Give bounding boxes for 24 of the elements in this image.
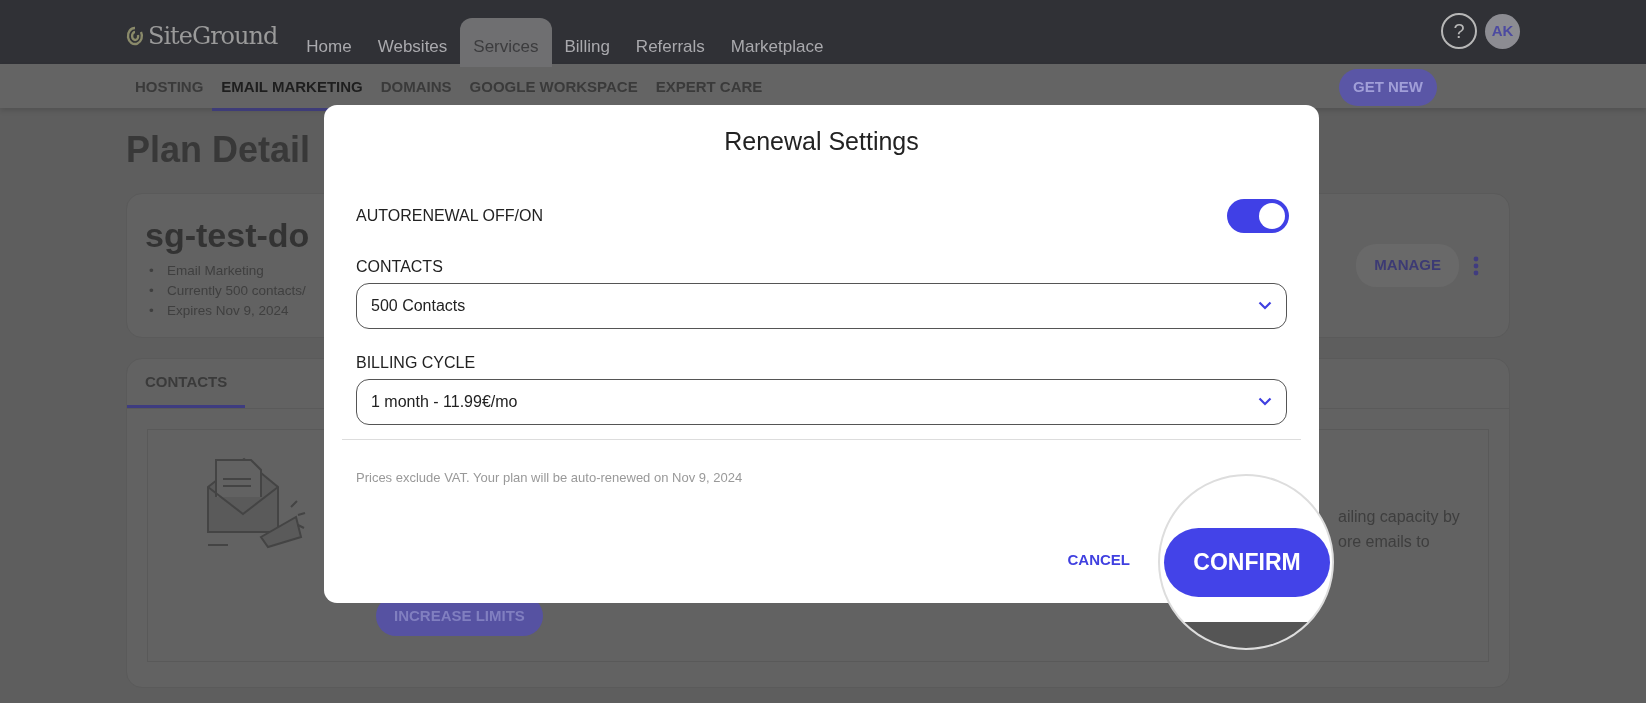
dialog-title: Renewal Settings xyxy=(723,126,920,157)
field-label: BILLING CYCLE xyxy=(356,352,477,373)
autorenewal-toggle[interactable] xyxy=(1227,198,1289,233)
bullet: • xyxy=(149,262,155,281)
logo-text[interactable]: SiteGround xyxy=(148,18,278,54)
cancel-button[interactable]: CANCEL xyxy=(1067,549,1130,572)
logo-swirl-icon xyxy=(126,25,144,47)
bullet: • xyxy=(149,282,155,301)
chevron-down-icon xyxy=(1258,397,1272,406)
get-new-button[interactable]: GET NEW xyxy=(1339,69,1437,106)
select-field[interactable]: 500 Contacts xyxy=(356,282,1287,329)
bullet: • xyxy=(149,302,155,321)
nav-tab[interactable]: Marketplace xyxy=(717,18,837,67)
nav-tab[interactable]: Websites xyxy=(364,18,461,67)
nav-tab[interactable]: Billing xyxy=(551,18,623,67)
chevron-down-icon xyxy=(1258,301,1272,310)
confirm-button[interactable]: CONFIRM xyxy=(1164,528,1330,597)
nav-tab[interactable]: Home xyxy=(293,18,365,67)
autorenewal-label: AUTORENEWAL OFF/ON xyxy=(356,205,543,226)
select-field[interactable]: 1 month - 11.99€/mo xyxy=(356,378,1287,425)
field-label: CONTACTS xyxy=(356,256,444,277)
help-icon[interactable]: ? xyxy=(1441,13,1477,49)
nav-tab[interactable]: Referrals xyxy=(622,18,718,67)
renewal-note: Prices exclude VAT. Your plan will be auto-renewed on Nov 9, 2024 xyxy=(356,468,744,487)
